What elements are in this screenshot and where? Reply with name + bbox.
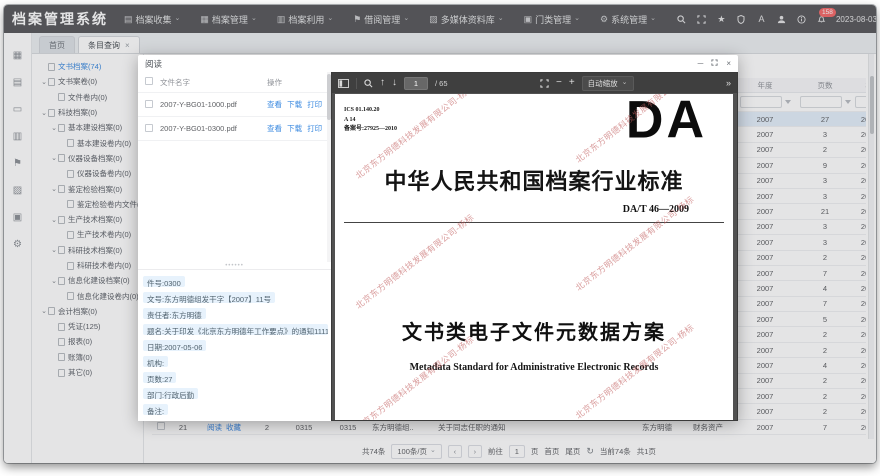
- chevron-down-icon: ⌄: [622, 78, 628, 86]
- zoom-out-icon[interactable]: −: [556, 78, 562, 88]
- metadata-chip: 机构:: [143, 356, 168, 367]
- dialog-body: 文件名字 操作 2007-Y-BG01-1000.pdf 查看 下载 打印: [138, 72, 738, 421]
- metadata-panel: 件号:0300 文号:东方明德组发干字【2007】11号 责任者:东方明德 题名…: [138, 269, 331, 421]
- file-list-scrollbar[interactable]: [327, 72, 331, 262]
- more-tools-icon[interactable]: »: [726, 78, 731, 88]
- download-link[interactable]: 下载: [287, 124, 302, 133]
- presentation-mode-icon[interactable]: [540, 79, 549, 88]
- download-link[interactable]: 下载: [287, 100, 302, 109]
- file-actions: 查看 下载 打印: [267, 99, 331, 110]
- dialog-controls: ─ ×: [698, 59, 731, 68]
- file-list-pane: 文件名字 操作 2007-Y-BG01-1000.pdf 查看 下载 打印: [138, 72, 331, 421]
- page-up-icon[interactable]: ↑: [380, 78, 385, 88]
- watermark: 北京东方明德科技发展有限公司-杨标: [353, 211, 476, 311]
- file-checkbox[interactable]: [145, 100, 153, 108]
- divider-line: [344, 222, 724, 223]
- minimize-icon[interactable]: ─: [698, 60, 704, 68]
- pdf-toolbar: ↑ ↓ / 65 − + 自动缩放 ⌄ »: [332, 73, 737, 93]
- file-checkbox-cell: [138, 100, 160, 110]
- doc-class-no: A 14: [344, 116, 397, 126]
- page-down-icon[interactable]: ↓: [392, 78, 397, 88]
- scrollbar-thumb[interactable]: [327, 74, 331, 120]
- pdf-search-icon[interactable]: [364, 79, 373, 88]
- metadata-chip: 题名:关于印发《北京东方明德年工作要点》的通知1111111111: [143, 324, 328, 335]
- file-select-all-cell: [138, 77, 160, 87]
- zoom-level-select[interactable]: 自动缩放 ⌄: [582, 76, 634, 91]
- standard-title: 中华人民共和国档案行业标准: [335, 164, 733, 196]
- metadata-chip: 备注:: [143, 404, 168, 415]
- doc-ics-block: ICS 01.140.20 A 14 备案号:27925—2010: [344, 106, 397, 135]
- doc-record-no: 备案号:27925—2010: [344, 125, 397, 135]
- view-link[interactable]: 查看: [267, 100, 282, 109]
- metadata-chip: 部门:行政后勤: [143, 388, 198, 399]
- close-icon[interactable]: ×: [726, 60, 731, 68]
- file-name: 2007-Y-BG01-0300.pdf: [160, 124, 267, 133]
- file-checkbox[interactable]: [145, 124, 153, 132]
- metadata-chip: 页数:27: [143, 372, 176, 383]
- zoom-level-label: 自动缩放: [588, 78, 618, 89]
- toolbar-divider: [356, 78, 357, 89]
- da-logo: DA: [626, 94, 707, 151]
- print-link[interactable]: 打印: [307, 100, 322, 109]
- file-ops-header: 操作: [267, 77, 331, 88]
- page-total-label: / 65: [435, 79, 448, 88]
- pdf-page: ICS 01.140.20 A 14 备案号:27925—2010 DA 中华人…: [335, 94, 733, 420]
- file-actions: 查看 下载 打印: [267, 123, 331, 134]
- dialog-header: 阅读 ─ ×: [138, 55, 738, 72]
- read-dialog: 阅读 ─ × 文件名字 操作: [138, 55, 738, 421]
- standard-number: DA/T 46—2009: [623, 204, 689, 215]
- doc-title-cn: 文书类电子文件元数据方案: [335, 316, 733, 345]
- doc-ics: ICS 01.140.20: [344, 106, 397, 116]
- file-row[interactable]: 2007-Y-BG01-1000.pdf 查看 下载 打印: [138, 93, 331, 117]
- file-select-all-checkbox[interactable]: [145, 77, 153, 85]
- doc-title-en: Metadata Standard for Administrative Ele…: [335, 362, 733, 373]
- zoom-in-icon[interactable]: +: [569, 78, 575, 88]
- maximize-icon[interactable]: [711, 59, 718, 68]
- sidebar-toggle-icon[interactable]: [338, 79, 349, 88]
- view-link[interactable]: 查看: [267, 124, 282, 133]
- print-link[interactable]: 打印: [307, 124, 322, 133]
- watermark: 北京东方明德科技发展有限公司-杨标: [353, 333, 476, 420]
- pdf-viewer: ↑ ↓ / 65 − + 自动缩放 ⌄ »: [331, 72, 738, 421]
- metadata-chip: 文号:东方明德组发干字【2007】11号: [143, 292, 275, 303]
- pdf-canvas-area[interactable]: ICS 01.140.20 A 14 备案号:27925—2010 DA 中华人…: [332, 93, 737, 420]
- page-number-field[interactable]: [404, 77, 428, 90]
- file-row[interactable]: 2007-Y-BG01-0300.pdf 查看 下载 打印: [138, 117, 331, 141]
- metadata-chip: 日期:2007-05-06: [143, 340, 206, 351]
- app-window: 档案管理系统 ▤ 档案收集 ⌄ ▦ 档案管理 ⌄ ▥ 档案利用 ⌄: [4, 5, 876, 463]
- file-list-body: 2007-Y-BG01-1000.pdf 查看 下载 打印 2007-Y-BG0…: [138, 93, 331, 141]
- dialog-title: 阅读: [145, 58, 162, 70]
- metadata-chip: 件号:0300: [143, 276, 185, 287]
- file-name: 2007-Y-BG01-1000.pdf: [160, 100, 267, 109]
- file-checkbox-cell: [138, 124, 160, 134]
- metadata-chip: 责任者:东方明德: [143, 308, 206, 319]
- file-list-header: 文件名字 操作: [138, 72, 331, 93]
- pane-resize-handle[interactable]: ••••••: [138, 262, 331, 269]
- file-name-header: 文件名字: [160, 77, 267, 88]
